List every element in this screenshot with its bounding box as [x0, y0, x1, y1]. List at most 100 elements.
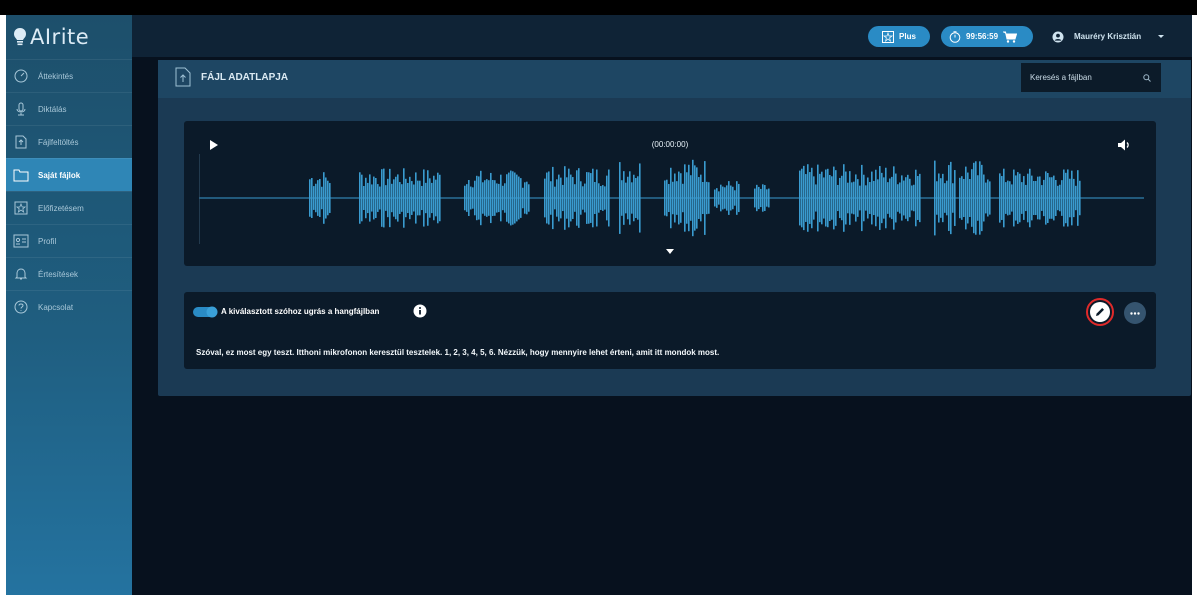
waveform-bar [472, 187, 474, 209]
waveform-bar [664, 180, 666, 216]
waveform-bar [502, 185, 504, 211]
transcript-text[interactable]: Szóval, ez most egy teszt. Itthoni mikro… [196, 348, 719, 357]
waveform-bar [1057, 185, 1059, 211]
waveform-bar [1079, 180, 1081, 216]
waveform-bar [1075, 185, 1077, 211]
waveform-bar [363, 186, 365, 210]
waveform-bar [911, 185, 913, 211]
waveform-bar [439, 174, 441, 222]
waveform-bar [379, 186, 381, 210]
waveform-bar [724, 187, 726, 209]
waveform-bar [819, 173, 821, 223]
waveform-bar [520, 178, 522, 218]
plan-badge-button[interactable]: Plus [868, 26, 930, 47]
waveform-bar [666, 179, 668, 217]
search-icon[interactable] [1143, 73, 1151, 82]
waveform-bar [766, 189, 768, 207]
waveform-bar [889, 178, 891, 218]
waveform-bar [437, 172, 439, 224]
waveform-bar [482, 182, 484, 214]
waveform-bar [706, 181, 708, 215]
waveform-bar [315, 183, 317, 213]
sidebar-item-ertesitesek[interactable]: Értesítések [6, 257, 132, 290]
waveform-bar [375, 177, 377, 219]
info-icon[interactable] [413, 304, 427, 318]
volume-icon[interactable] [1117, 138, 1131, 152]
waveform-bar [1015, 175, 1017, 221]
waveform-bar [480, 170, 482, 226]
waveform-bar [592, 168, 594, 228]
sidebar-item-diktalas[interactable]: Diktálás [6, 92, 132, 125]
file-upload-icon [175, 67, 191, 87]
waveform-bar [1025, 184, 1027, 212]
waveform[interactable] [199, 154, 1144, 244]
waveform-bar [977, 175, 979, 221]
waveform-bar [942, 173, 944, 223]
waveform-bar [492, 179, 494, 217]
waveform-bar [823, 177, 825, 219]
waveform-bar [954, 170, 956, 226]
waveform-bar [1055, 180, 1057, 216]
waveform-bar [718, 191, 720, 205]
waveform-bar [317, 180, 319, 216]
waveform-bar [758, 186, 760, 210]
waveform-bar [694, 165, 696, 231]
waveform-bar [633, 174, 635, 222]
waveform-bar [881, 172, 883, 224]
waveform-bar [383, 168, 385, 228]
waveform-bar [522, 187, 524, 209]
sidebar-item-label: Előfizetésem [38, 203, 84, 213]
waveform-bar [915, 169, 917, 227]
waveform-bar [1041, 185, 1043, 211]
waveform-bar [631, 182, 633, 214]
logo-text: AIrite [30, 25, 90, 49]
waveform-bar [401, 184, 403, 212]
waveform-bar [625, 182, 627, 214]
waveform-bar [959, 177, 961, 219]
waveform-bar [965, 166, 967, 230]
waveform-bar [1039, 176, 1041, 220]
jump-to-word-toggle[interactable] [193, 306, 218, 318]
waveform-bar [1059, 184, 1061, 212]
microphone-icon [13, 101, 29, 117]
sidebar: AIrite Áttekintés Diktálás Fájlfeltöltés… [6, 15, 132, 595]
waveform-bar [361, 174, 363, 222]
waveform-bar [1007, 180, 1009, 216]
waveform-bar [859, 185, 861, 211]
ellipsis-icon [1130, 311, 1140, 315]
sidebar-item-sajat-fajlok[interactable]: Saját fájlok [6, 158, 132, 191]
remaining-time-button[interactable]: 99:56:59 [941, 26, 1033, 47]
more-options-button[interactable] [1124, 302, 1146, 324]
waveform-bar [843, 164, 845, 232]
sidebar-item-elofizetesem[interactable]: Előfizetésem [6, 191, 132, 224]
waveform-bar [1065, 172, 1067, 224]
waveform-bar [1021, 182, 1023, 214]
waveform-bar [415, 172, 417, 224]
waveform-bar [817, 164, 819, 232]
caret-down-icon[interactable] [666, 249, 674, 254]
waveform-bar [756, 184, 758, 212]
user-menu[interactable]: Mauréry Krisztián [1052, 26, 1165, 47]
waveform-bar [528, 184, 530, 212]
waveform-bar [566, 177, 568, 219]
waveform-bar [855, 174, 857, 222]
waveform-bar [329, 183, 331, 213]
waveform-bar [1027, 173, 1029, 223]
waveform-bar [973, 162, 975, 234]
waveform-bar [963, 178, 965, 218]
waveform-bar [1005, 182, 1007, 214]
waveform-bar [504, 183, 506, 213]
waveform-bar [397, 174, 399, 222]
app-logo[interactable]: AIrite [6, 15, 132, 59]
waveform-bar [570, 174, 572, 222]
waveform-bar [944, 183, 946, 213]
sidebar-item-profil[interactable]: Profil [6, 224, 132, 257]
sidebar-item-kapcsolat[interactable]: Kapcsolat [6, 290, 132, 323]
waveform-bar [484, 180, 486, 216]
sidebar-item-attekintes[interactable]: Áttekintés [6, 59, 132, 92]
search-input[interactable]: Keresés a fájlban [1021, 63, 1161, 92]
waveform-bar [938, 173, 940, 223]
sidebar-item-fajlfeltoltes[interactable]: Fájlfeltöltés [6, 125, 132, 158]
waveform-bar [967, 172, 969, 224]
waveform-bar [488, 180, 490, 216]
